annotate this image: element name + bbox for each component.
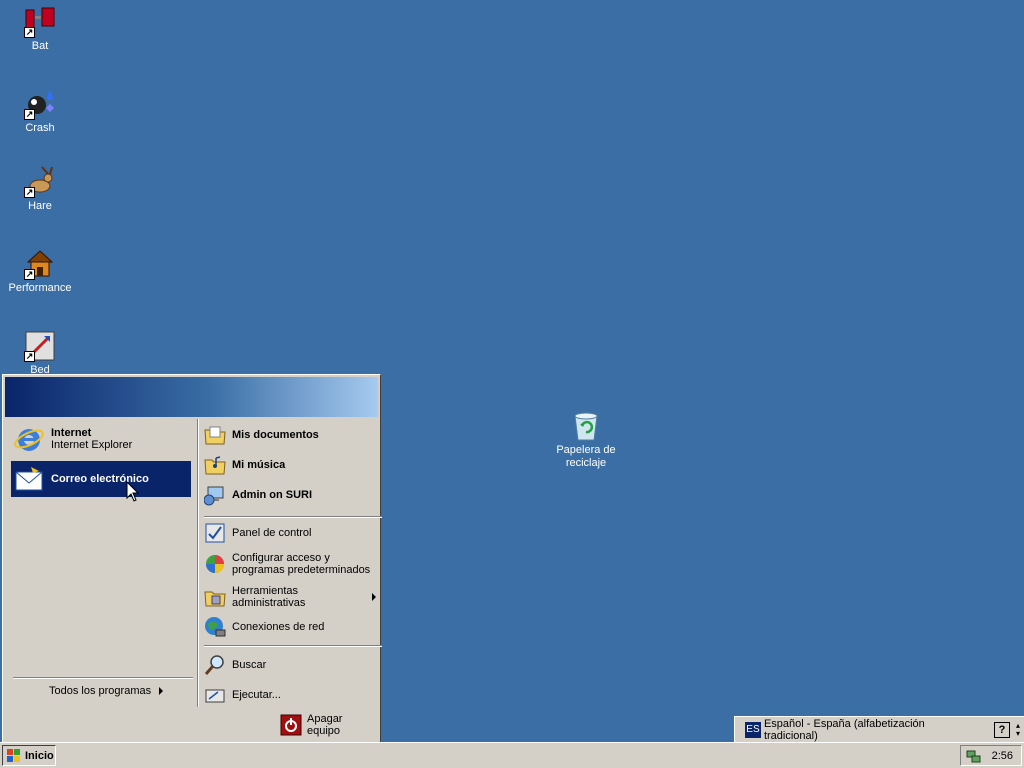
desktop-icon-label: Papelera de <box>556 444 616 456</box>
language-label: Español - España (alfabetización tradici… <box>763 717 925 742</box>
right-item-label: Herramientas administrativas <box>232 585 306 609</box>
pinned-internet[interactable]: Internet Internet Explorer <box>11 421 191 457</box>
start-button[interactable]: Inicio <box>2 745 56 766</box>
desktop-icon-label: Hare <box>28 200 52 212</box>
desktop-icon-bed[interactable]: ↗ Bed <box>2 330 78 377</box>
default-programs-icon <box>204 553 226 575</box>
folder-music-icon <box>204 454 226 476</box>
desktop-icon-hare[interactable]: ↗ Hare <box>2 166 78 213</box>
pinned-email[interactable]: Correo electrónico <box>11 461 191 497</box>
right-pane-separator <box>204 516 382 518</box>
right-item-label: Mis documentos <box>232 429 319 441</box>
right-item-buscar[interactable]: Buscar <box>204 653 376 677</box>
language-code: ES <box>746 723 760 735</box>
bat-shortcut-icon: ↗ <box>24 6 56 38</box>
right-item-label: Panel de control <box>232 527 312 539</box>
mouse-cursor-icon <box>126 480 140 506</box>
run-icon <box>204 684 226 706</box>
desktop-icon-label: Crash <box>25 122 55 134</box>
right-item-label: Ejecutar... <box>232 689 281 701</box>
language-bar[interactable]: ES Español - España (alfabetización trad… <box>734 716 1024 742</box>
internet-explorer-icon <box>13 423 45 455</box>
start-button-label: Inicio <box>25 749 54 762</box>
all-programs-button[interactable]: Todos los programas <box>49 685 189 697</box>
network-tray-icon[interactable] <box>966 748 982 764</box>
admin-tools-icon <box>204 586 226 608</box>
shutdown-button[interactable]: Apagar equipo <box>280 713 378 737</box>
right-item-panel-de-control[interactable]: Panel de control <box>204 521 376 545</box>
chevron-right-icon <box>159 687 164 695</box>
help-icon[interactable]: ? <box>994 721 1011 738</box>
desktop-icon-bat[interactable]: ↗ Bat <box>2 6 78 53</box>
right-item-label-line1: Configurar acceso y <box>232 552 330 564</box>
right-item-label: Mi música <box>232 459 286 471</box>
hare-shortcut-icon: ↗ <box>24 166 56 198</box>
start-menu: Internet Internet Explorer Correo electr… <box>2 374 382 743</box>
language-code-badge: ES <box>745 721 761 738</box>
right-pane-separator <box>204 645 382 647</box>
start-menu-bottom-bar: Apagar equipo <box>5 709 378 741</box>
windows-flag-icon <box>7 748 20 762</box>
start-menu-header <box>5 377 378 417</box>
desktop-icon-label: Performance <box>8 282 72 294</box>
search-icon <box>204 654 226 676</box>
right-item-mis-documentos[interactable]: Mis documentos <box>204 423 376 447</box>
right-item-herramientas-administrativas[interactable]: Herramientas administrativas <box>204 585 376 609</box>
right-item-label: Admin on SURI <box>232 489 313 501</box>
start-menu-left-pane: Internet Internet Explorer Correo electr… <box>5 419 196 707</box>
network-connections-icon <box>204 616 226 638</box>
shutdown-label: Apagar equipo <box>307 713 343 737</box>
all-programs-label: Todos los programas <box>49 685 152 697</box>
right-item-ejecutar[interactable]: Ejecutar... <box>204 683 376 707</box>
language-bar-options-icon[interactable]: ▴ ▾ <box>1016 721 1024 738</box>
desktop-icon-crash[interactable]: ↗ Crash <box>2 88 78 135</box>
system-tray: 2:56 <box>960 745 1022 766</box>
pinned-item-title: Internet <box>51 427 92 439</box>
start-menu-right-pane: Mis documentos Mi música Admin on SURI P… <box>197 419 382 707</box>
left-pane-separator <box>13 677 193 679</box>
right-item-conexiones-de-red[interactable]: Conexiones de red <box>204 615 376 639</box>
right-item-label: Buscar <box>232 659 267 671</box>
network-computer-icon <box>203 484 226 506</box>
clock[interactable]: 2:56 <box>992 750 1013 762</box>
right-item-mi-musica[interactable]: Mi música <box>204 453 376 477</box>
folder-documents-icon <box>204 424 226 446</box>
right-item-configurar-acceso[interactable]: Configurar acceso y programas predetermi… <box>204 549 376 579</box>
control-panel-icon <box>204 522 226 544</box>
pinned-item-subtitle: Internet Explorer <box>51 439 133 451</box>
right-item-admin-on-suri[interactable]: Admin on SURI <box>203 483 376 507</box>
power-icon <box>280 714 302 736</box>
bed-shortcut-icon: ↗ <box>24 330 56 362</box>
desktop-icon-performance[interactable]: ↗ Performance <box>2 248 78 295</box>
taskbar: Inicio 2:56 <box>0 742 1024 768</box>
chevron-right-icon <box>372 593 376 601</box>
desktop-icon-recycle-bin[interactable]: Papelera de reciclaje <box>548 410 624 470</box>
right-item-label-line2: programas predeterminados <box>232 564 371 576</box>
desktop-icon-label: reciclaje <box>565 457 607 469</box>
recycle-bin-icon <box>570 410 602 442</box>
desktop-icon-label: Bat <box>31 40 49 52</box>
right-item-label: Conexiones de red <box>232 621 325 633</box>
performance-shortcut-icon: ↗ <box>24 248 56 280</box>
crash-shortcut-icon: ↗ <box>24 88 56 120</box>
email-envelope-icon <box>13 463 45 495</box>
